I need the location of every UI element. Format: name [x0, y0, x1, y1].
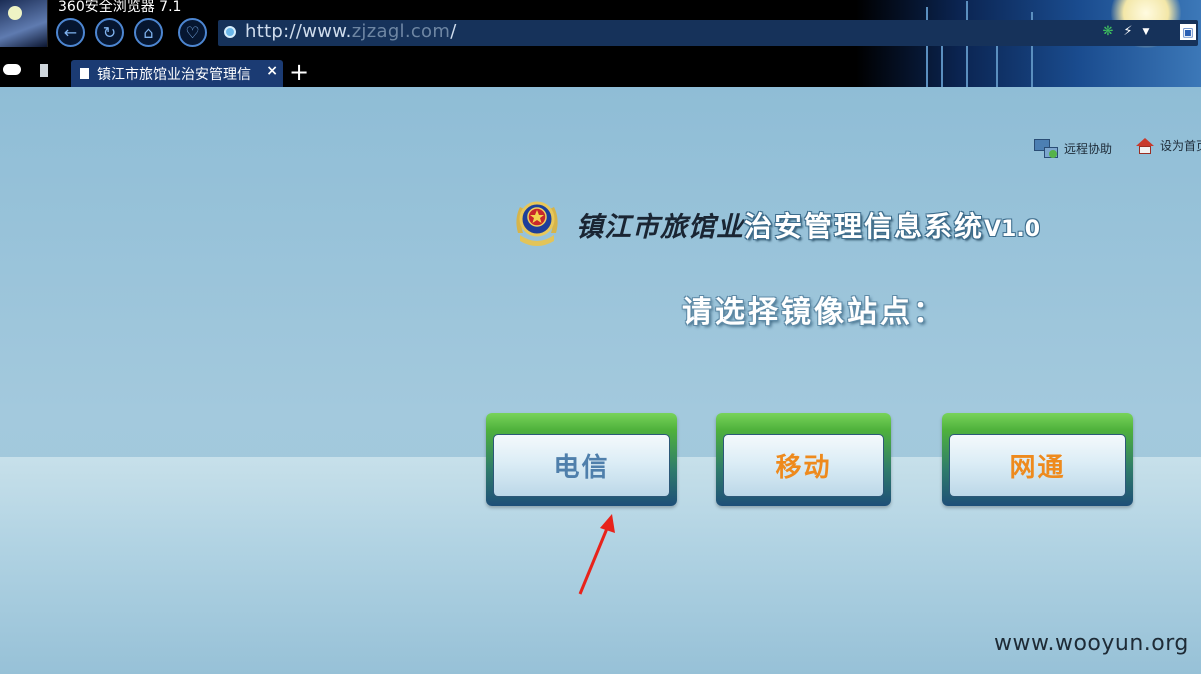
watermark-text: www.wooyun.org	[994, 631, 1189, 656]
document-icon[interactable]	[40, 64, 48, 77]
browser-chrome: 360安全浏览器 7.1 ← ↻ ⌂ ♡ http://www.zjzagl.c…	[0, 0, 1201, 87]
mirror-mobile-label: 移动	[723, 434, 884, 497]
system-title: 镇江市旅馆业治安管理信息系统V1.0	[576, 205, 1040, 245]
new-tab-button[interactable]: +	[289, 59, 309, 85]
home-button[interactable]: ⌂	[134, 18, 163, 47]
url-text[interactable]: http://www.zjzagl.com/	[245, 21, 457, 42]
home-icon: ⌂	[143, 23, 154, 42]
chevron-down-icon[interactable]: ▼	[1138, 24, 1154, 40]
mirror-telecom-button[interactable]: 电信	[486, 413, 677, 506]
close-icon[interactable]: ×	[266, 63, 278, 79]
window-title: 360安全浏览器 7.1	[58, 0, 182, 15]
title-main: 治安管理信息系统	[744, 210, 985, 243]
speed-mode-icon[interactable]: ❋	[1100, 24, 1116, 40]
screenshot-icon[interactable]: ▣	[1180, 24, 1196, 40]
back-button[interactable]: ←	[56, 18, 85, 47]
reed-decoration	[926, 7, 928, 87]
page-icon	[80, 68, 89, 79]
address-bar[interactable]: http://www.zjzagl.com/ ❋ ⚡ ▼ ▣	[218, 20, 1198, 46]
police-emblem-icon	[516, 201, 558, 246]
tab-title: 镇江市旅馆业治安管理信	[97, 67, 251, 83]
cloud-icon[interactable]	[3, 64, 21, 75]
heart-icon: ♡	[185, 23, 200, 42]
browser-logo	[0, 0, 48, 47]
favorites-button[interactable]: ♡	[178, 18, 207, 47]
page-content: 远程协助 设为首页 镇江市旅馆业治安管理信息系统V1.0 请选择镜像站点： 电信…	[0, 87, 1201, 674]
mirror-mobile-button[interactable]: 移动	[716, 413, 891, 506]
tab-active[interactable]: 镇江市旅馆业治安管理信 ×	[71, 60, 283, 87]
arrow-left-icon: ←	[63, 23, 78, 42]
remote-help-label: 远程协助	[1064, 141, 1113, 156]
title-calligraphy: 镇江市旅馆业	[576, 212, 744, 243]
refresh-button[interactable]: ↻	[95, 18, 124, 47]
site-security-icon	[224, 26, 236, 38]
lightning-icon[interactable]: ⚡	[1120, 24, 1136, 40]
refresh-icon: ↻	[102, 23, 117, 42]
version-label: V1.0	[984, 217, 1041, 242]
house-icon	[1136, 137, 1154, 154]
mirror-prompt: 请选择镜像站点：	[682, 295, 946, 330]
set-homepage-link[interactable]: 设为首页	[1136, 137, 1201, 154]
mirror-telecom-label: 电信	[493, 434, 670, 497]
mirror-unicom-label: 网通	[949, 434, 1126, 497]
computer-network-icon	[1034, 137, 1058, 159]
red-arrow-annotation	[578, 514, 615, 595]
set-homepage-label: 设为首页	[1160, 139, 1201, 153]
remote-help-link[interactable]: 远程协助	[1034, 137, 1112, 159]
mirror-unicom-button[interactable]: 网通	[942, 413, 1133, 506]
